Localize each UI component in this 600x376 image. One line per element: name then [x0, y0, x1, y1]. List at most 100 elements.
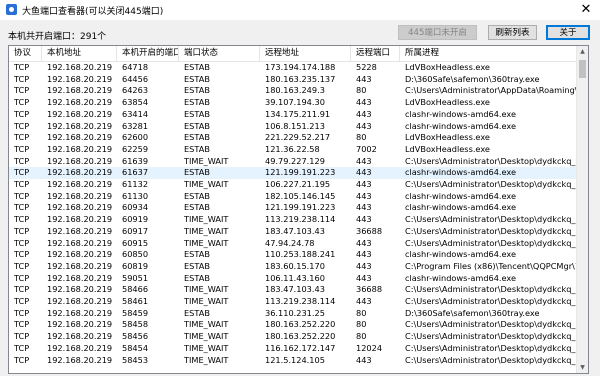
cell-remote-address: 183.60.15.170 — [265, 260, 325, 271]
cell-remote-port: 80 — [356, 132, 367, 143]
cell-protocol: TCP — [14, 190, 30, 201]
table-row[interactable]: TCP 192.168.20.219 58459 ESTAB 36.110.231.25… — [9, 308, 577, 320]
table-row[interactable]: TCP 192.168.20.219 62600 ESTAB 221.229.52.21… — [9, 132, 577, 144]
table-row[interactable]: TCP 192.168.20.219 60917 TIME_WAIT 183.47.10… — [9, 226, 577, 238]
cell-remote-address: 39.107.194.30 — [265, 97, 325, 108]
cell-state: TIME_WAIT — [184, 319, 229, 330]
cell-state: ESTAB — [184, 307, 210, 318]
cell-protocol: TCP — [14, 132, 30, 143]
table-row[interactable]: TCP 192.168.20.219 58458 TIME_WAIT 180.163.2… — [9, 319, 577, 331]
cell-local-address: 192.168.20.219 — [47, 179, 113, 189]
table-row[interactable]: TCP 192.168.20.219 63414 ESTAB 134.175.211.9… — [9, 109, 577, 121]
cell-protocol: TCP — [14, 331, 30, 342]
close-icon[interactable]: ✕ — [572, 0, 600, 20]
cell-remote-port: 443 — [356, 97, 372, 108]
cell-local-port: 59051 — [122, 272, 149, 283]
table-row[interactable]: TCP 192.168.20.219 64456 ESTAB 180.163.235.1… — [9, 74, 577, 86]
cell-local-port: 62259 — [122, 143, 149, 154]
table-row[interactable]: TCP 192.168.20.219 64263 ESTAB 180.163.249.3… — [9, 85, 577, 97]
cell-remote-address: 182.105.146.145 — [265, 190, 336, 201]
cell-local-address: 192.168.20.219 — [47, 296, 113, 306]
column-header-local-address[interactable]: 本机地址 — [42, 46, 117, 61]
cell-protocol: TCP — [14, 62, 30, 72]
cell-local-port: 58461 — [122, 296, 149, 306]
cell-remote-port: 80 — [356, 319, 367, 330]
cell-state: TIME_WAIT — [184, 296, 229, 306]
table-row[interactable]: TCP 192.168.20.219 61639 TIME_WAIT 49.79.227… — [9, 156, 577, 168]
table-row[interactable]: TCP 192.168.20.219 60919 TIME_WAIT 113.219.2… — [9, 214, 577, 226]
cell-protocol: TCP — [14, 85, 30, 96]
scroll-up-icon[interactable]: ▲ — [577, 46, 588, 57]
cell-remote-port: 443 — [356, 214, 372, 225]
cell-remote-address: 134.175.211.91 — [265, 108, 331, 119]
cell-local-address: 192.168.20.219 — [47, 132, 113, 143]
cell-state: ESTAB — [184, 73, 210, 84]
cell-local-address: 192.168.20.219 — [47, 155, 113, 166]
cell-local-port: 60819 — [122, 260, 149, 271]
table-row[interactable]: TCP 192.168.20.219 60819 ESTAB 183.60.15.170… — [9, 261, 577, 273]
cell-process: C:\Users\Administrator\Desktop\dydkckq_2… — [405, 179, 577, 189]
vertical-scrollbar[interactable]: ▲ ▼ — [576, 46, 588, 373]
table-row[interactable]: TCP 192.168.20.219 63854 ESTAB 39.107.194.30… — [9, 97, 577, 109]
column-header-process[interactable]: 所属进程 — [400, 46, 577, 61]
cell-process: LdVBoxHeadless.exe — [405, 62, 490, 72]
table-row[interactable]: TCP 192.168.20.219 58454 TIME_WAIT 116.162.1… — [9, 343, 577, 355]
cell-protocol: TCP — [14, 342, 30, 353]
column-header-remote-address[interactable]: 远程地址 — [260, 46, 351, 61]
cell-process: C:\Users\Administrator\Desktop\dydkckq_2… — [405, 342, 577, 353]
table-row[interactable]: TCP 192.168.20.219 61637 ESTAB 121.199.191.2… — [9, 167, 577, 179]
table-row[interactable]: TCP 192.168.20.219 58461 TIME_WAIT 113.219.2… — [9, 296, 577, 308]
scroll-down-icon[interactable]: ▼ — [577, 362, 588, 373]
cell-remote-address: 49.79.227.129 — [265, 155, 325, 166]
table-row[interactable]: TCP 192.168.20.219 58456 TIME_WAIT 180.163.2… — [9, 331, 577, 343]
cell-local-port: 60915 — [122, 237, 149, 248]
cell-remote-address: 180.163.249.3 — [265, 85, 325, 96]
cell-remote-port: 443 — [356, 179, 372, 189]
about-button[interactable]: 关于 — [546, 25, 590, 40]
column-header-state[interactable]: 端口状态 — [179, 46, 260, 61]
cell-local-address: 192.168.20.219 — [47, 120, 113, 131]
table-row[interactable]: TCP 192.168.20.219 60850 ESTAB 110.253.188.2… — [9, 249, 577, 261]
table-row[interactable]: TCP 192.168.20.219 58466 TIME_WAIT 183.47.10… — [9, 284, 577, 296]
cell-process: clashr-windows-amd64.exe — [405, 249, 517, 260]
table-row[interactable]: TCP 192.168.20.219 61130 ESTAB 182.105.146.1… — [9, 191, 577, 203]
cell-state: TIME_WAIT — [184, 284, 229, 295]
cell-remote-address: 173.194.174.188 — [265, 62, 336, 72]
cell-protocol: TCP — [14, 307, 30, 318]
table-row[interactable]: TCP 192.168.20.219 60915 TIME_WAIT 47.94.24.… — [9, 238, 577, 250]
cell-state: TIME_WAIT — [184, 331, 229, 342]
column-header-local-port[interactable]: 本机开启的端口 — [117, 46, 179, 61]
table-row[interactable]: TCP 192.168.20.219 64718 ESTAB 173.194.174.1… — [9, 62, 577, 74]
cell-state: ESTAB — [184, 62, 210, 72]
cell-remote-address: 106.11.43.160 — [265, 272, 325, 283]
cell-remote-port: 443 — [356, 73, 372, 84]
refresh-list-button[interactable]: 刷新列表 — [488, 25, 537, 40]
cell-protocol: TCP — [14, 97, 30, 108]
close-445-button[interactable]: 445端口未开启 — [398, 25, 477, 40]
column-header-protocol[interactable]: 协议 — [9, 46, 42, 61]
port-list[interactable]: 协议 本机地址 本机开启的端口 端口状态 远程地址 远程端口 所属进程 TCP 1… — [8, 45, 589, 374]
cell-process: C:\Users\Administrator\Desktop\dydkckq_2… — [405, 354, 577, 365]
cell-local-port: 58453 — [122, 354, 149, 365]
cell-remote-port: 443 — [356, 167, 372, 178]
cell-local-address: 192.168.20.219 — [47, 225, 113, 236]
column-header-remote-port[interactable]: 远程端口 — [351, 46, 400, 61]
cell-remote-port: 443 — [356, 190, 372, 201]
cell-process: C:\Users\Administrator\AppData\Roaming\3… — [405, 85, 577, 96]
cell-local-address: 192.168.20.219 — [47, 249, 113, 260]
table-row[interactable]: TCP 192.168.20.219 58453 TIME_WAIT 121.5.124… — [9, 355, 577, 367]
cell-process: D:\360Safe\safemon\360tray.exe — [405, 73, 540, 84]
table-row[interactable]: TCP 192.168.20.219 59051 ESTAB 106.11.43.160… — [9, 273, 577, 285]
table-row[interactable]: TCP 192.168.20.219 61132 TIME_WAIT 106.227.2… — [9, 179, 577, 191]
cell-remote-port: 12024 — [356, 342, 383, 353]
cell-remote-port: 443 — [356, 354, 372, 365]
table-row[interactable]: TCP 192.168.20.219 60934 ESTAB 121.199.191.2… — [9, 202, 577, 214]
cell-remote-address: 183.47.103.43 — [265, 284, 325, 295]
table-row[interactable]: TCP 192.168.20.219 63281 ESTAB 106.8.151.213… — [9, 121, 577, 133]
cell-local-address: 192.168.20.219 — [47, 272, 113, 283]
cell-remote-port: 36688 — [356, 284, 383, 295]
table-row[interactable]: TCP 192.168.20.219 62259 ESTAB 121.36.22.58 7… — [9, 144, 577, 156]
cell-protocol: TCP — [14, 237, 30, 248]
cell-protocol: TCP — [14, 249, 30, 260]
scrollbar-thumb[interactable] — [579, 60, 586, 78]
